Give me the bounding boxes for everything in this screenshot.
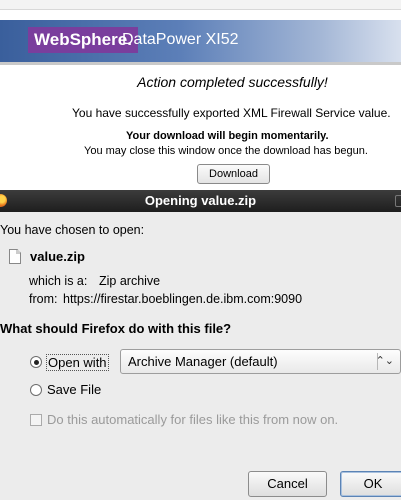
- download-button[interactable]: Download: [197, 164, 270, 184]
- dialog-titlebar[interactable]: Opening value.zip: [0, 190, 401, 212]
- save-file-label[interactable]: Save File: [47, 382, 101, 397]
- source-label: from:: [29, 292, 58, 306]
- application-select[interactable]: Archive Manager (default) ⌃⌄: [120, 349, 401, 374]
- browser-top-strip: [0, 0, 401, 10]
- open-file-dialog: Opening value.zip You have chosen to ope…: [0, 190, 401, 500]
- websphere-banner: WebSphere. DataPower XI52: [0, 20, 401, 62]
- export-message: You have successfully exported XML Firew…: [72, 106, 391, 120]
- status-title: Action completed successfully!: [137, 74, 328, 90]
- chevron-up-down-icon: ⌃⌄: [375, 355, 394, 367]
- auto-action-label[interactable]: Do this automatically for files like thi…: [47, 412, 338, 427]
- dialog-title: Opening value.zip: [144, 193, 257, 208]
- save-file-radio[interactable]: [30, 384, 42, 396]
- banner-divider: [0, 62, 401, 65]
- file-icon: [9, 249, 21, 264]
- firefox-icon: [0, 194, 7, 207]
- product-name: DataPower XI52: [122, 31, 239, 48]
- cancel-button[interactable]: Cancel: [248, 471, 327, 497]
- download-notice: Your download will begin momentarily.: [126, 130, 329, 142]
- file-type-value: Zip archive: [99, 274, 161, 288]
- action-question: What should Firefox do with this file?: [0, 321, 232, 336]
- background-page: WebSphere. DataPower XI52 Action complet…: [0, 0, 401, 190]
- ok-button[interactable]: OK: [340, 471, 401, 497]
- auto-action-checkbox[interactable]: [30, 414, 42, 426]
- file-name: value.zip: [30, 249, 85, 264]
- close-notice: You may close this window once the downl…: [84, 145, 368, 157]
- file-type-label: which is a:: [29, 274, 88, 288]
- chosen-text: You have chosen to open:: [0, 223, 145, 237]
- open-with-label[interactable]: Open with: [46, 354, 109, 371]
- open-with-radio[interactable]: [30, 356, 42, 368]
- window-control-icon[interactable]: [395, 195, 401, 207]
- application-select-value: Archive Manager (default): [128, 354, 278, 369]
- source-url: https://firestar.boeblingen.de.ibm.com:9…: [63, 292, 303, 306]
